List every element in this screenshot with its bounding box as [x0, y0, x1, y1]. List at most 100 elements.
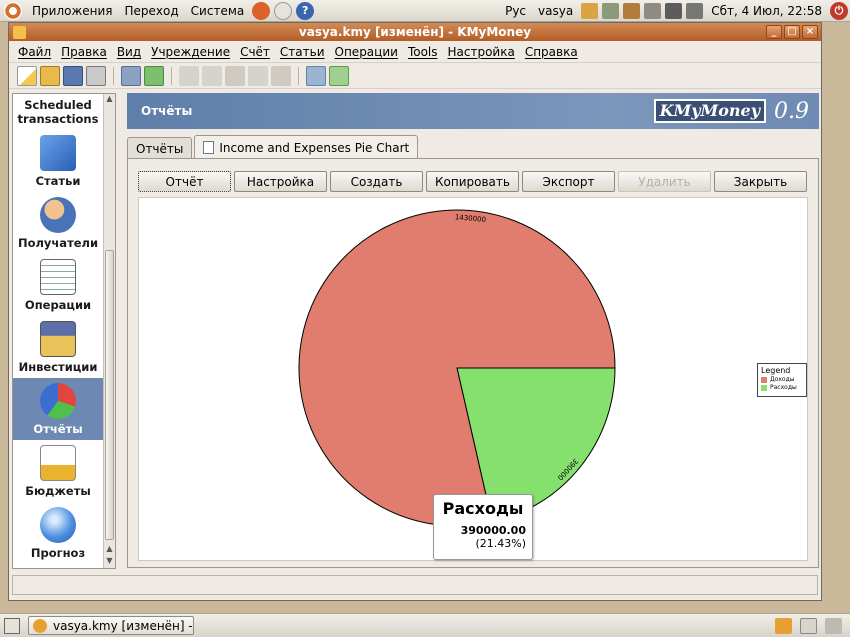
tray-update-icon[interactable]	[644, 2, 662, 19]
find-transaction-icon[interactable]	[306, 65, 326, 86]
budgets-icon	[40, 445, 76, 481]
menu-transactions[interactable]: Операции	[330, 45, 403, 59]
chart-tooltip: Расходы 390000.00 (21.43%)	[433, 494, 533, 560]
sidebar-item-categories[interactable]: Статьи	[13, 130, 103, 192]
menu-help[interactable]: Справка	[520, 45, 583, 59]
ubuntu-logo-icon[interactable]	[4, 1, 22, 20]
schedule-icon[interactable]	[271, 65, 291, 86]
firefox-icon[interactable]	[252, 1, 271, 20]
tooltip-name: Расходы	[442, 499, 524, 518]
sidebar-scrollbar[interactable]: ▲ ▲ ▼	[103, 94, 115, 568]
places-menu[interactable]: Переход	[119, 4, 185, 18]
tab-reports[interactable]: Отчёты	[127, 137, 193, 159]
sidebar-item-label: Scheduled transactions	[17, 98, 99, 126]
user-switcher[interactable]: vasya	[532, 4, 579, 18]
sidebar-item-investments[interactable]: Инвестиции	[13, 316, 103, 378]
copy-button[interactable]: Копировать	[426, 171, 519, 192]
configure-button[interactable]: Настройка	[234, 171, 327, 192]
mail-icon[interactable]	[274, 1, 293, 20]
tray-package-icon[interactable]	[623, 2, 641, 19]
new-account-icon[interactable]	[144, 65, 164, 86]
maximize-button[interactable]: □	[784, 25, 800, 39]
taskbar-item-kmymoney[interactable]: vasya.kmy [изменён] -...	[28, 616, 194, 635]
navigation-sidebar: Scheduled transactions Статьи Получатели…	[12, 93, 116, 569]
calculator-icon[interactable]	[329, 65, 349, 86]
sidebar-item-label: Прогноз	[30, 546, 86, 560]
create-button[interactable]: Создать	[330, 171, 423, 192]
menu-institution[interactable]: Учреждение	[146, 45, 235, 59]
legend-entry-income: Доходы	[761, 376, 803, 383]
report-panel: Отчёт Настройка Создать Копировать Экспо…	[127, 158, 819, 568]
trash-icon[interactable]	[825, 617, 842, 634]
document-icon	[203, 141, 215, 154]
print-icon[interactable]	[86, 65, 106, 86]
volume-icon[interactable]	[686, 2, 704, 19]
kmymoney-window: vasya.kmy [изменён] - KMyMoney _ □ × Фай…	[8, 22, 822, 601]
investments-icon	[40, 321, 76, 357]
new-institution-icon[interactable]	[121, 65, 141, 86]
scroll-up-arrow-icon[interactable]: ▲	[104, 94, 115, 106]
menu-settings[interactable]: Настройка	[443, 45, 520, 59]
report-tabs: Отчёты Income and Expenses Pie Chart	[127, 135, 420, 159]
tooltip-value: 390000.00	[460, 524, 526, 537]
legend-label: Расходы	[770, 384, 797, 391]
sidebar-item-reports[interactable]: Отчёты	[13, 378, 103, 440]
sidebar-item-label: Бюджеты	[25, 484, 91, 498]
sidebar-item-budgets[interactable]: Бюджеты	[13, 440, 103, 502]
menu-tools[interactable]: Tools	[403, 45, 443, 59]
menu-categories[interactable]: Статьи	[275, 45, 330, 59]
tab-label: Отчёты	[136, 141, 184, 156]
toolbar-separator	[113, 66, 114, 85]
keyboard-layout-indicator[interactable]: Рус	[499, 4, 532, 18]
ledger-disabled-icon	[179, 65, 199, 86]
scroll-down-arrow-icon[interactable]: ▼	[104, 556, 115, 568]
update-disabled-icon	[248, 65, 268, 86]
sidebar-item-label: Статьи	[35, 174, 81, 188]
save-icon[interactable]	[63, 65, 83, 86]
sidebar-item-label: Инвестиции	[18, 360, 98, 374]
tray-tools-icon[interactable]	[602, 2, 620, 19]
show-desktop-icon[interactable]	[4, 617, 20, 634]
tab-label: Income and Expenses Pie Chart	[219, 140, 410, 155]
tray-kmymoney-icon[interactable]	[581, 2, 599, 19]
scroll-up-arrow-icon[interactable]: ▲	[104, 544, 115, 556]
report-button-row: Отчёт Настройка Создать Копировать Экспо…	[138, 171, 807, 192]
menu-edit[interactable]: Правка	[56, 45, 112, 59]
close-window-button[interactable]: ×	[802, 25, 818, 39]
clock[interactable]: Сбт, 4 Июл, 22:58	[705, 4, 828, 18]
new-file-icon[interactable]	[17, 65, 37, 86]
chart-legend: Legend Доходы Расходы	[757, 363, 807, 397]
taskbar-item-label: vasya.kmy [изменён] -...	[53, 618, 194, 633]
workspace-1-icon[interactable]	[775, 617, 792, 634]
sidebar-item-ledgers[interactable]: Операции	[13, 254, 103, 316]
legend-swatch-income	[761, 376, 767, 383]
tab-income-expenses-pie[interactable]: Income and Expenses Pie Chart	[194, 135, 419, 159]
menu-account[interactable]: Счёт	[235, 45, 275, 59]
menu-file[interactable]: Файл	[13, 45, 56, 59]
export-button[interactable]: Экспорт	[522, 171, 615, 192]
pie-chart-area[interactable]: 390000 1430000 Legend Доходы Расходы Расх…	[138, 197, 808, 561]
applications-menu[interactable]: Приложения	[26, 4, 119, 18]
system-menu[interactable]: Система	[185, 4, 251, 18]
categories-icon	[40, 135, 76, 171]
open-folder-icon[interactable]	[40, 65, 60, 86]
sidebar-scrollbar-thumb[interactable]	[105, 250, 114, 540]
sidebar-item-payees[interactable]: Получатели	[13, 192, 103, 254]
report-button[interactable]: Отчёт	[138, 171, 231, 192]
legend-entry-expenses: Расходы	[761, 384, 803, 391]
minimize-button[interactable]: _	[766, 25, 782, 39]
sidebar-item-forecast[interactable]: Прогноз	[13, 502, 103, 564]
workspace-2-icon[interactable]	[800, 617, 817, 634]
help-icon[interactable]: ?	[296, 1, 315, 20]
window-titlebar[interactable]: vasya.kmy [изменён] - KMyMoney _ □ ×	[9, 23, 821, 41]
payees-icon	[40, 197, 76, 233]
menu-view[interactable]: Вид	[112, 45, 146, 59]
reconcile-icon[interactable]	[225, 65, 245, 86]
network-icon[interactable]	[665, 2, 683, 19]
power-icon[interactable]: ⏻	[830, 1, 848, 20]
sidebar-item-schedules[interactable]: Scheduled transactions	[13, 94, 103, 130]
sidebar-item-label: Операции	[24, 298, 92, 312]
legend-title: Legend	[761, 366, 791, 375]
close-button[interactable]: Закрыть	[714, 171, 807, 192]
forecast-icon	[40, 507, 76, 543]
